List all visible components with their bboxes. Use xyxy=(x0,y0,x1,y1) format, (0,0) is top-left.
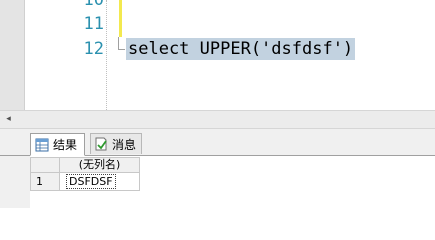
tab-messages[interactable]: 消息 xyxy=(90,133,142,154)
column-header[interactable]: (无列名) xyxy=(60,157,140,173)
code-line-selected[interactable]: select UPPER('dsfdsf') xyxy=(126,38,356,60)
outline-bracket xyxy=(118,37,125,50)
row-header[interactable]: 1 xyxy=(30,173,60,191)
cell-value: DSFDSF xyxy=(66,174,116,189)
query-editor[interactable]: 10 11 12 select UPPER('dsfdsf') xyxy=(0,0,435,110)
line-number: 11 xyxy=(83,14,104,34)
results-tab-strip: 结果 消息 xyxy=(0,133,435,156)
change-indicator-bar xyxy=(119,0,122,37)
results-grid[interactable]: (无列名) 1 DSFDSF xyxy=(30,156,435,208)
line-number: 10 xyxy=(83,0,104,10)
message-icon xyxy=(95,137,107,151)
table-cell[interactable]: DSFDSF xyxy=(60,173,140,191)
scroll-left-icon[interactable]: ◂ xyxy=(2,113,15,126)
tab-results[interactable]: 结果 xyxy=(30,133,85,156)
tab-messages-label: 消息 xyxy=(112,137,137,152)
editor-margin xyxy=(0,0,25,110)
tab-results-label: 结果 xyxy=(53,138,78,152)
horizontal-scrollbar[interactable]: ◂ xyxy=(0,110,435,129)
grid-corner-cell[interactable] xyxy=(30,157,60,173)
line-number: 12 xyxy=(83,39,104,59)
grid-icon xyxy=(35,138,49,151)
gutter-divider xyxy=(106,0,107,110)
